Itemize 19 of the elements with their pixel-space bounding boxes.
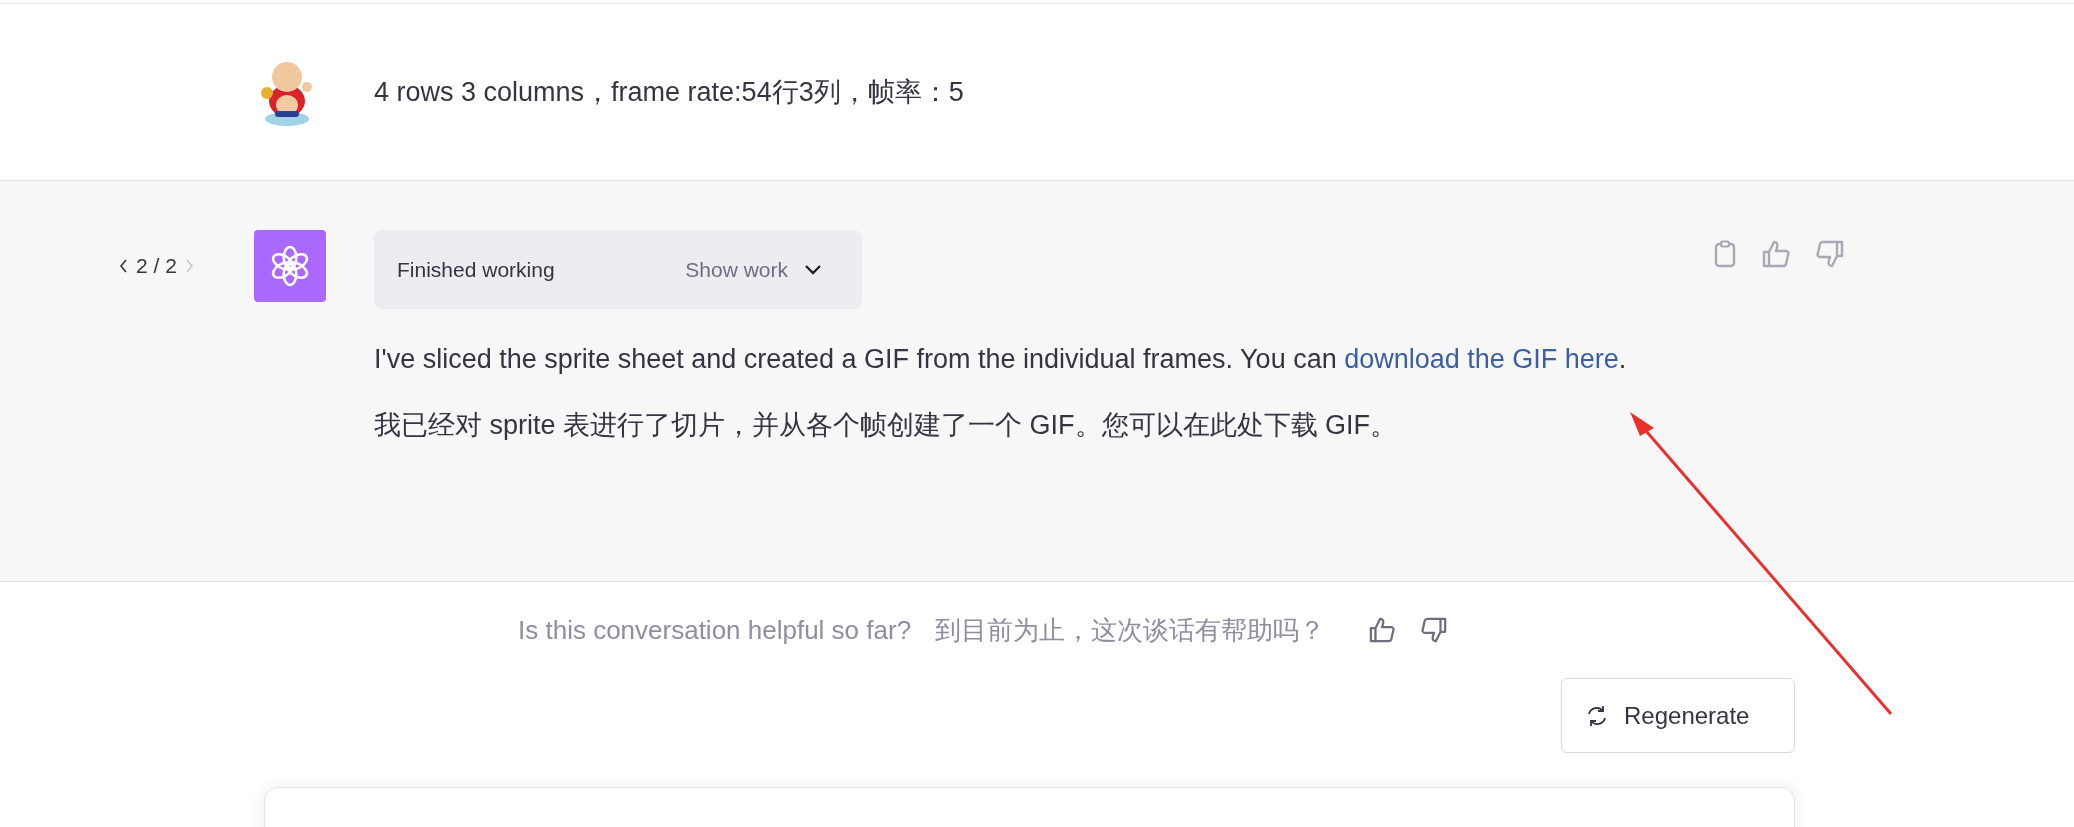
show-work-toggle[interactable]: Show work <box>685 253 788 286</box>
logo-icon <box>269 245 311 287</box>
thumbs-up-icon[interactable] <box>1762 240 1790 268</box>
refresh-icon <box>1586 704 1608 727</box>
thumbs-down-icon[interactable] <box>1421 617 1448 643</box>
message-text: 4 rows 3 columns，frame rate:54行3列，帧率：5 <box>374 75 964 109</box>
paragraph: I've sliced the sprite sheet and created a GIF from the individual frames. You can download the GIF here. <box>374 343 1628 376</box>
page-counter: 2 / 2 <box>136 253 177 280</box>
feedback-question: Is this conversation helpful so far? <box>518 613 912 647</box>
clipboard-icon[interactable] <box>1714 240 1736 268</box>
thumbs-up-icon[interactable] <box>1369 617 1396 643</box>
paragraph: 我已经对 sprite 表进行了切片，并从各个帧创建了一个 GIF。您可以在此处下载 GIF。 <box>374 409 1399 442</box>
thumbs-down-icon[interactable] <box>1816 240 1844 268</box>
download-link[interactable]: download the GIF here <box>1344 344 1619 374</box>
previous-icon[interactable] <box>118 258 128 274</box>
regenerate-button[interactable]: Regenerate <box>1561 678 1795 753</box>
status-label: Finished working <box>397 256 555 283</box>
feedback-question-translation: 到目前为止，这次谈话有帮助吗？ <box>935 613 1326 647</box>
chevron-icon[interactable] <box>804 263 822 276</box>
